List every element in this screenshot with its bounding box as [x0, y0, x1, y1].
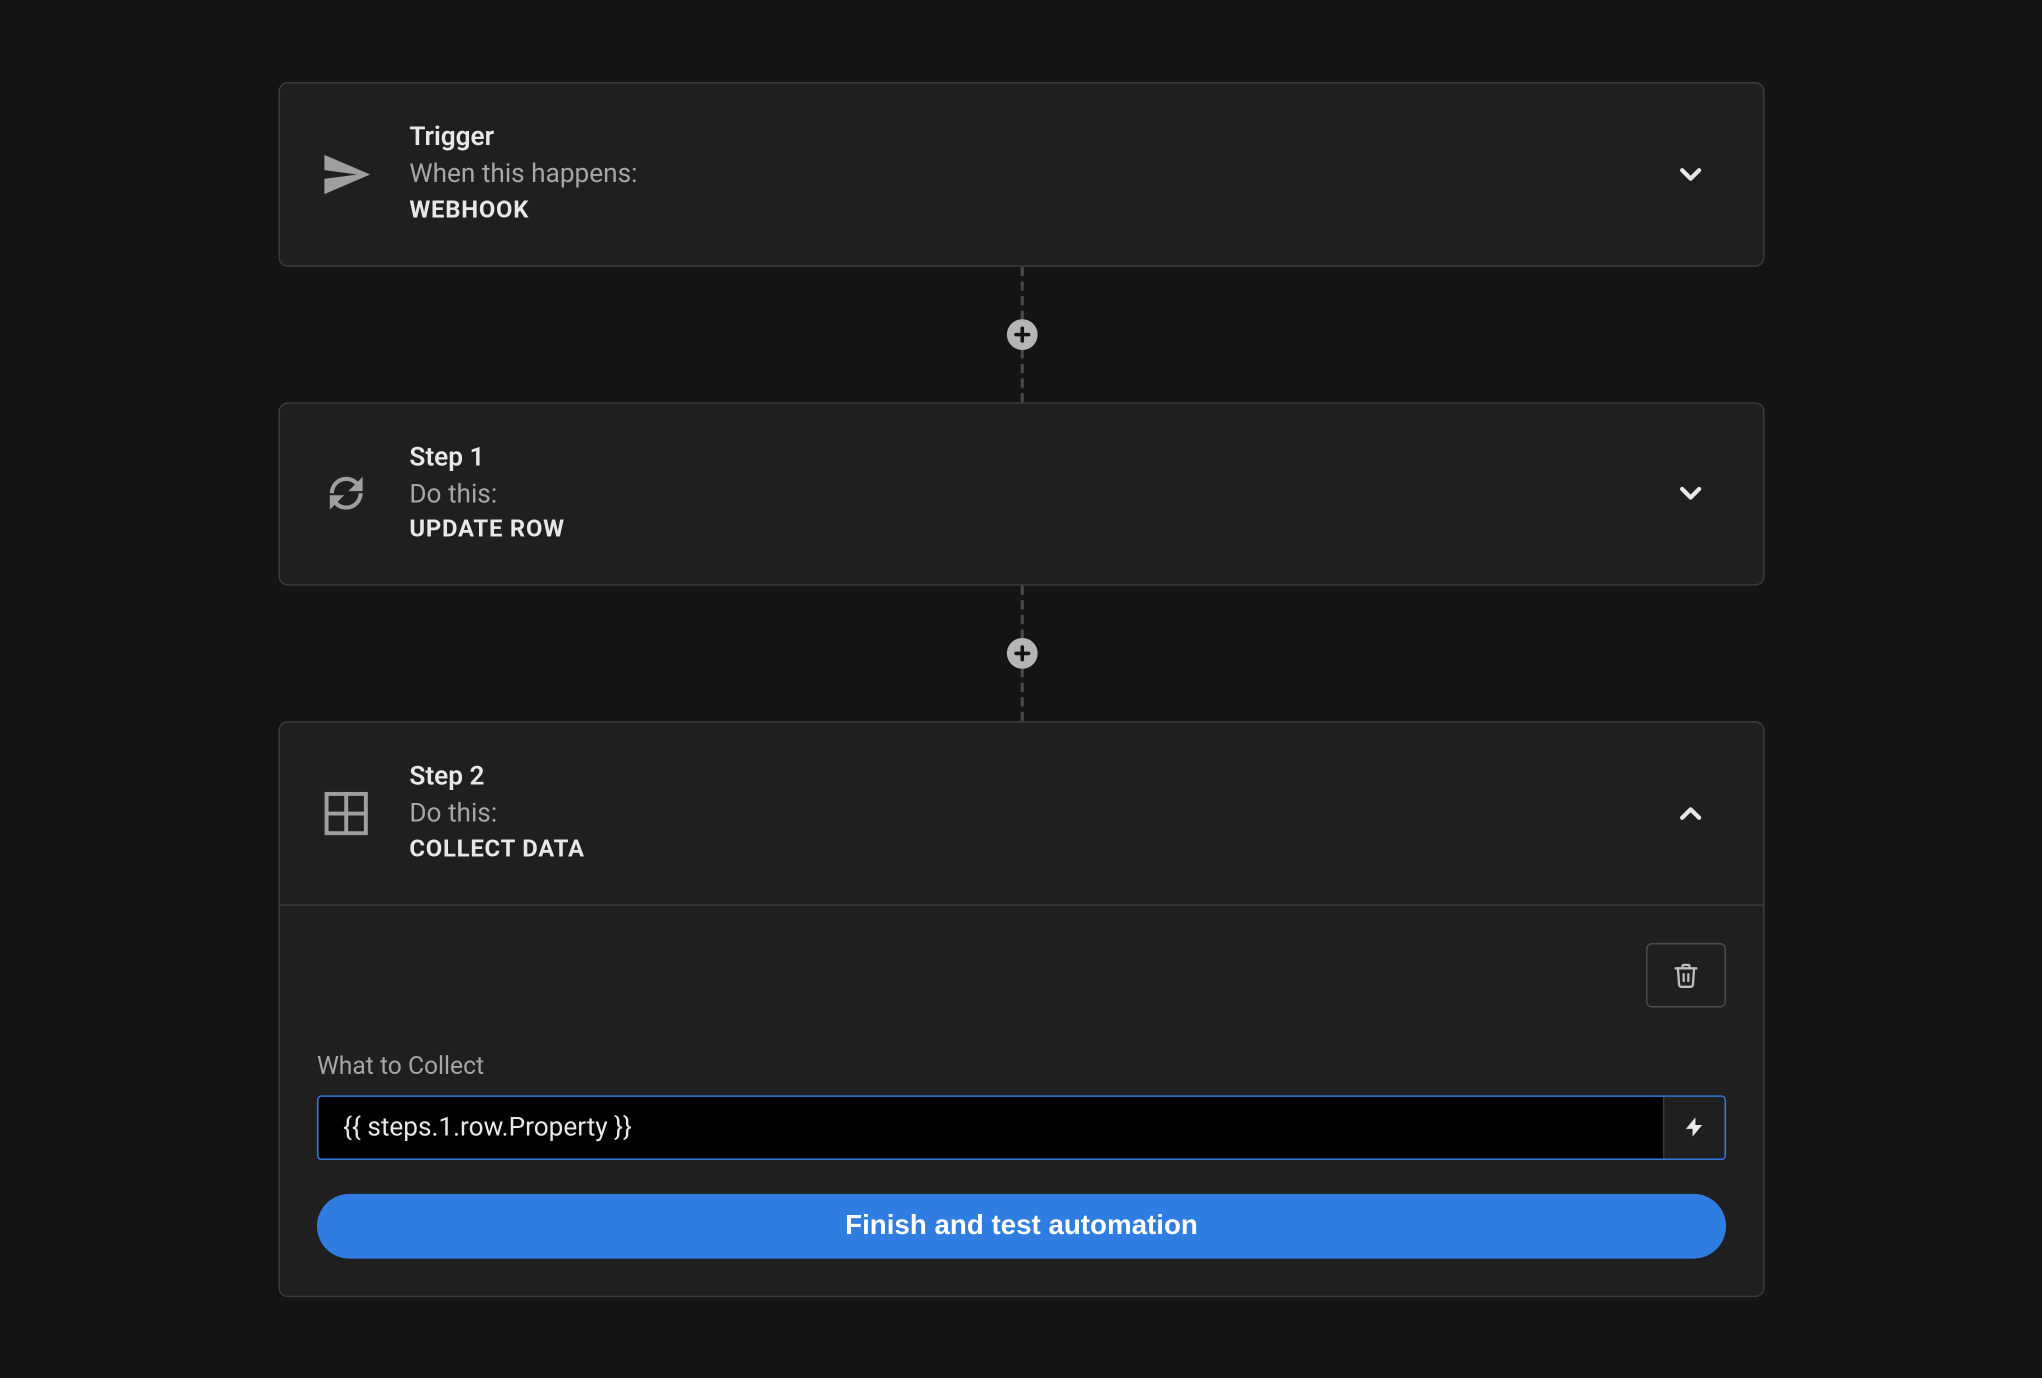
trigger-card: Trigger When this happens: WEBHOOK	[278, 82, 1764, 266]
finish-button-label: Finish and test automation	[845, 1209, 1198, 1241]
finish-button[interactable]: Finish and test automation	[316, 1193, 1725, 1258]
grid-icon	[316, 784, 375, 843]
delete-step-button[interactable]	[1645, 942, 1725, 1007]
trigger-action: WEBHOOK	[409, 194, 1673, 227]
step2-title: Step 2	[409, 760, 1673, 795]
automation-canvas: Trigger When this happens: WEBHOOK Step …	[278, 82, 1764, 1297]
step2-subtitle: Do this:	[409, 796, 1673, 831]
collect-input[interactable]	[318, 1096, 1662, 1158]
step2-action: COLLECT DATA	[409, 833, 1673, 866]
trigger-title: Trigger	[409, 120, 1673, 155]
insert-variable-button[interactable]	[1662, 1096, 1724, 1158]
step1-card: Step 1 Do this: UPDATE ROW	[278, 401, 1764, 585]
step1-title: Step 1	[409, 440, 1673, 475]
step1-header[interactable]: Step 1 Do this: UPDATE ROW	[279, 403, 1762, 584]
trigger-text: Trigger When this happens: WEBHOOK	[409, 120, 1673, 227]
trigger-subtitle: When this happens:	[409, 157, 1673, 192]
step2-text: Step 2 Do this: COLLECT DATA	[409, 760, 1673, 867]
collect-input-row	[316, 1095, 1725, 1160]
step2-toolbar	[316, 942, 1725, 1007]
step1-subtitle: Do this:	[409, 477, 1673, 512]
connector	[1019, 585, 1022, 721]
chevron-down-icon	[1673, 476, 1707, 510]
trash-icon	[1672, 961, 1700, 989]
bolt-icon	[1682, 1115, 1705, 1138]
collect-field-label: What to Collect	[316, 1050, 1725, 1079]
step1-action: UPDATE ROW	[409, 514, 1673, 547]
paper-plane-icon	[316, 145, 375, 204]
add-step-button[interactable]	[1006, 638, 1037, 669]
refresh-icon	[316, 464, 375, 523]
add-step-button[interactable]	[1006, 318, 1037, 349]
step2-header[interactable]: Step 2 Do this: COLLECT DATA	[279, 723, 1762, 904]
step2-card: Step 2 Do this: COLLECT DATA What to Col…	[278, 721, 1764, 1296]
chevron-down-icon	[1673, 157, 1707, 191]
step2-body: What to Collect Finish and test automati…	[279, 904, 1762, 1295]
step1-text: Step 1 Do this: UPDATE ROW	[409, 440, 1673, 547]
chevron-up-icon	[1673, 796, 1707, 830]
trigger-header[interactable]: Trigger When this happens: WEBHOOK	[279, 83, 1762, 264]
connector	[1019, 266, 1022, 402]
